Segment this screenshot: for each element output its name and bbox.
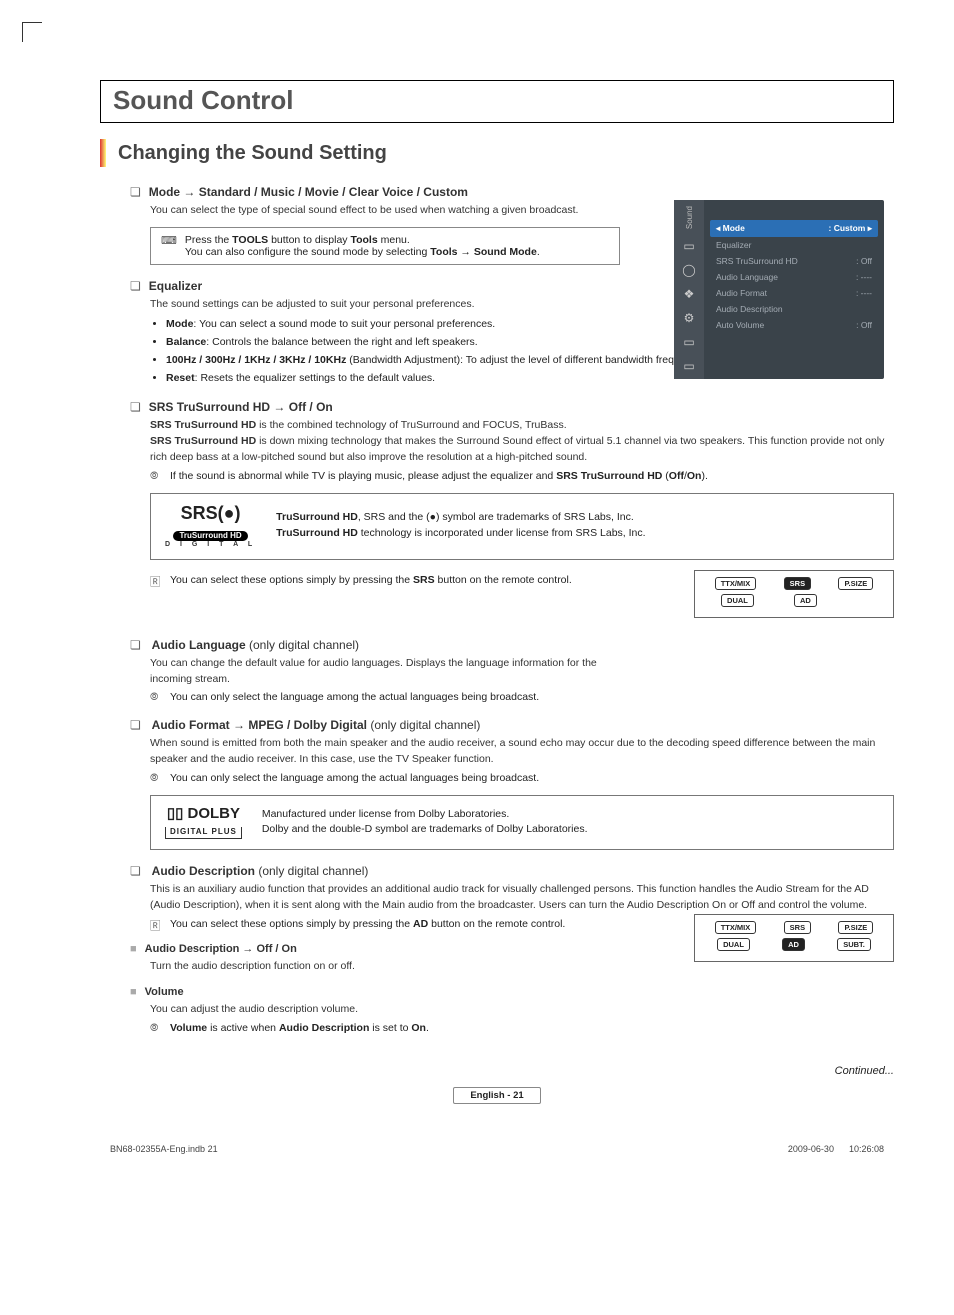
remote-btn: SRS	[784, 921, 811, 934]
dolby-trademark-box: ▯▯ DOLBY DIGITAL PLUS Manufactured under…	[150, 795, 894, 850]
remote-icon: 🅁	[150, 574, 162, 589]
audiodesc-sub2-text: You can adjust the audio description vol…	[150, 1002, 672, 1018]
audiodesc-heading: Audio Description (only digital channel)	[130, 864, 894, 878]
legal-text: TruSurround HD technology is incorporate…	[276, 526, 645, 542]
srs-p2: SRS TruSurround HD is down mixing techno…	[150, 434, 894, 466]
srs-heading: SRS TruSurround HD → Off / On	[130, 400, 894, 414]
drop-icon: ❖	[684, 287, 695, 301]
note-icon: ⦾	[150, 691, 162, 704]
remote-btn: P.SIZE	[838, 921, 873, 934]
srs-logo: SRS(●) TruSurround HD D I G I T A L	[165, 504, 256, 549]
item-audio-language: Audio Language (only digital channel) Yo…	[130, 638, 894, 705]
remote-btn: TTX/MIX	[715, 577, 757, 590]
osd-row: SRS TruSurround HD: Off	[710, 253, 878, 269]
osd-row: ◂ Mode : Custom ▸	[710, 220, 878, 237]
tip-line: Press the TOOLS button to display Tools …	[185, 234, 540, 246]
audiolang-text: You can change the default value for aud…	[150, 656, 620, 688]
osd-row: Auto Volume: Off	[710, 317, 878, 333]
remote-btn: SUBT.	[837, 938, 871, 951]
legal-text: TruSurround HD, SRS and the (●) symbol a…	[276, 510, 645, 526]
srs-note: ⦾ If the sound is abnormal while TV is p…	[150, 470, 894, 483]
osd-row: Equalizer	[710, 237, 878, 253]
input-icon: ▭	[683, 335, 694, 349]
remote-btn: DUAL	[721, 594, 754, 607]
osd-row: Audio Format: ----	[710, 285, 878, 301]
audiolang-heading: Audio Language (only digital channel)	[130, 638, 894, 652]
mode-heading: Mode → Standard / Music / Movie / Clear …	[130, 185, 894, 199]
remote-diagram-1: TTX/MIX SRS P.SIZE DUAL AD	[694, 570, 894, 618]
mode-text: You can select the type of special sound…	[150, 203, 620, 219]
dolby-logo: ▯▯ DOLBY DIGITAL PLUS	[165, 806, 242, 839]
note-icon: ⦾	[150, 772, 162, 785]
audiodesc-remote-note: 🅁 You can select these options simply by…	[150, 918, 672, 933]
gear-icon: ⚙	[684, 311, 695, 325]
audiofmt-note: ⦾ You can only select the language among…	[150, 772, 894, 785]
audiodesc-sub1-head: Audio Description → Off / On	[130, 943, 672, 955]
audiodesc-sub2-note: ⦾ Volume is active when Audio Descriptio…	[150, 1022, 672, 1035]
footer-left: BN68-02355A-Eng.indb 21	[110, 1144, 218, 1154]
app-icon: ▭	[683, 359, 694, 373]
circle-icon: ◯	[682, 263, 695, 277]
tv-icon: ▭	[683, 239, 694, 253]
remote-btn: TTX/MIX	[715, 921, 757, 934]
audiofmt-heading: Audio Format → MPEG / Dolby Digital (onl…	[130, 718, 894, 732]
tools-icon: ⌨	[161, 234, 177, 258]
srs-p1: SRS TruSurround HD is the combined techn…	[150, 418, 894, 434]
continued-label: Continued...	[100, 1065, 894, 1077]
title-box: Sound Control	[100, 80, 894, 123]
item-audio-format: Audio Format → MPEG / Dolby Digital (onl…	[130, 718, 894, 850]
audiolang-note: ⦾ You can only select the language among…	[150, 691, 894, 704]
legal-text: Dolby and the double-D symbol are tradem…	[262, 822, 588, 838]
note-icon: ⦾	[150, 470, 162, 483]
srs-trademark-box: SRS(●) TruSurround HD D I G I T A L TruS…	[150, 493, 894, 560]
accent-bar-icon	[100, 139, 106, 167]
osd-row: Audio Description	[710, 301, 878, 317]
audiodesc-sub1-text: Turn the audio description function on o…	[150, 959, 672, 975]
footer-right: 2009-06-30 10:26:08	[788, 1144, 884, 1154]
page-title: Sound Control	[113, 85, 881, 116]
tools-tip-box: ⌨ Press the TOOLS button to display Tool…	[150, 227, 620, 265]
tip-line: You can also configure the sound mode by…	[185, 246, 540, 258]
audiodesc-sub2-head: Volume	[130, 986, 672, 998]
remote-icon: 🅁	[150, 918, 162, 933]
note-icon: ⦾	[150, 1022, 162, 1035]
remote-btn: P.SIZE	[838, 577, 873, 590]
remote-btn-srs: SRS	[784, 577, 811, 590]
remote-btn-ad: AD	[782, 938, 805, 951]
item-srs: SRS TruSurround HD → Off / On SRS TruSur…	[130, 400, 894, 623]
osd-tab-label: Sound	[685, 206, 694, 229]
section-heading: Changing the Sound Setting	[100, 139, 894, 167]
srs-remote-note: 🅁 You can select these options simply by…	[150, 574, 672, 589]
legal-text: Manufactured under license from Dolby La…	[262, 807, 588, 823]
remote-btn: DUAL	[717, 938, 750, 951]
page-footer-label: English - 21	[453, 1087, 540, 1104]
audiodesc-text: This is an auxiliary audio function that…	[150, 882, 894, 914]
remote-btn: AD	[794, 594, 817, 607]
osd-row: Audio Language: ----	[710, 269, 878, 285]
remote-btn	[857, 594, 867, 607]
audiofmt-text: When sound is emitted from both the main…	[150, 736, 894, 768]
section-title: Changing the Sound Setting	[118, 142, 387, 165]
item-audio-description: Audio Description (only digital channel)…	[130, 864, 894, 1035]
osd-menu: Sound ▭ ◯ ❖ ⚙ ▭ ▭ ◂ Mode : Custom ▸ Equa…	[674, 200, 884, 379]
remote-diagram-2: TTX/MIX SRS P.SIZE DUAL AD SUBT.	[694, 914, 894, 962]
